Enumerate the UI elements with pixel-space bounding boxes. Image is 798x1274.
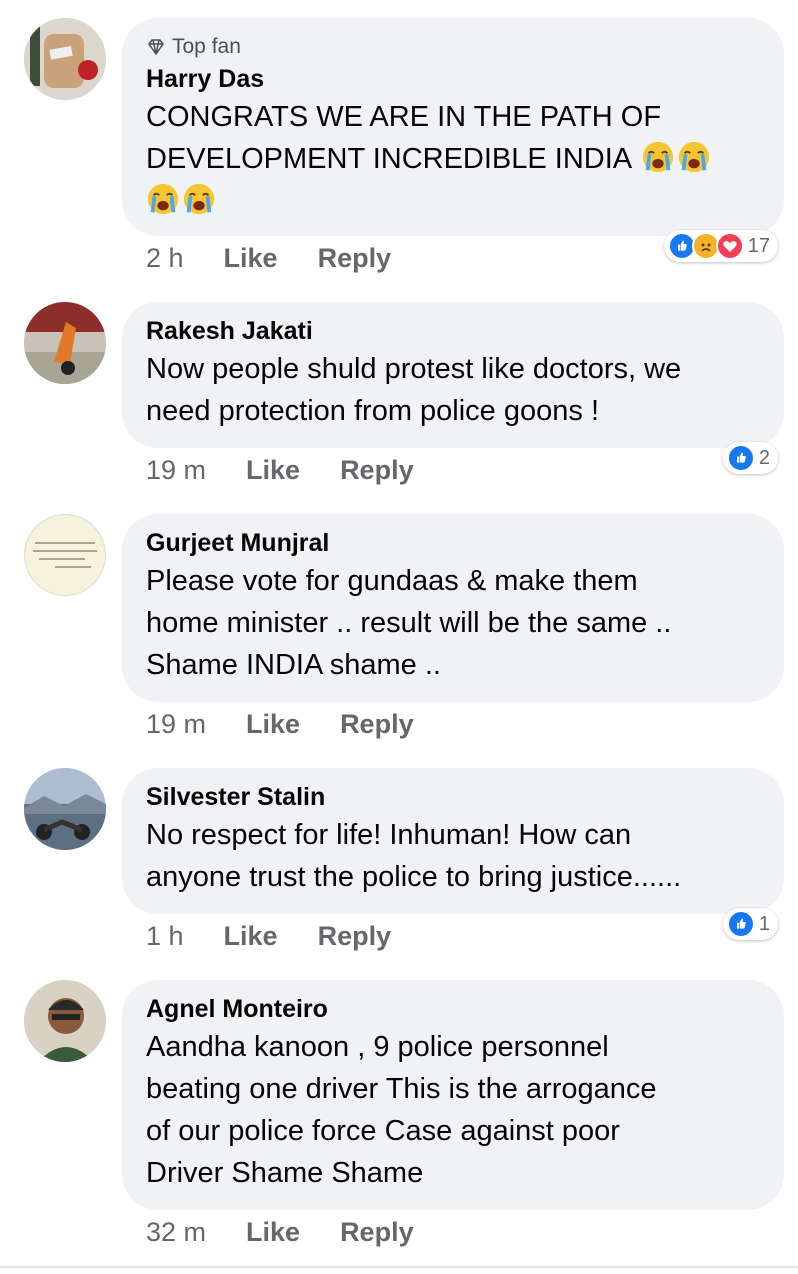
comment-line: No respect for life! Inhuman! How can	[146, 819, 632, 851]
comment-line: Shame INDIA shame ..	[146, 649, 441, 681]
comment-line: home minister .. result will be the same…	[146, 607, 672, 639]
like-button[interactable]: Like	[224, 243, 278, 274]
comment-actions: 2 h Like Reply	[146, 240, 431, 276]
comment-line	[146, 180, 760, 222]
comment-line: of our police force Case against poor	[146, 1115, 620, 1147]
like-button[interactable]: Like	[246, 455, 300, 486]
like-button[interactable]: Like	[224, 921, 278, 952]
comment-bubble: Silvester Stalin No respect for life! In…	[122, 768, 784, 914]
comment-line-text: DEVELOPMENT INCREDIBLE INDIA	[146, 143, 631, 175]
loudly-crying-emoji-icon	[146, 182, 180, 216]
reaction-count: 2	[758, 446, 770, 469]
comment-bubble: Top fan Harry Das CONGRATS WE ARE IN THE…	[122, 18, 784, 236]
comment-line: Driver Shame Shame	[146, 1157, 424, 1189]
like-button[interactable]: Like	[246, 1217, 300, 1248]
comment-time[interactable]: 1 h	[146, 921, 184, 952]
comment-author[interactable]: Rakesh Jakati	[146, 314, 760, 348]
loudly-crying-emoji-icon	[182, 182, 216, 216]
like-icon	[726, 910, 755, 938]
comment-actions: 32 m Like Reply	[146, 1214, 454, 1250]
diamond-icon	[148, 39, 164, 56]
comment-time[interactable]: 32 m	[146, 1217, 206, 1248]
comment-bubble: Rakesh Jakati Now people shuld protest l…	[122, 302, 784, 448]
comment-line: need protection from police goons !	[146, 395, 599, 427]
comment-text: Please vote for gundaas & make them home…	[146, 560, 760, 686]
comment-time[interactable]: 19 m	[146, 455, 206, 486]
comment-actions: 19 m Like Reply	[146, 452, 454, 488]
reply-button[interactable]: Reply	[340, 709, 414, 740]
reply-button[interactable]: Reply	[340, 1217, 414, 1248]
reaction-summary[interactable]: 17	[663, 230, 778, 262]
avatar[interactable]	[24, 980, 106, 1062]
comment-text: Aandha kanoon , 9 police personnel beati…	[146, 1026, 760, 1194]
divider	[0, 1266, 798, 1268]
comment-actions: 1 h Like Reply	[146, 918, 431, 954]
reaction-count: 17	[747, 234, 770, 257]
love-icon	[715, 232, 744, 260]
comment-line: Aandha kanoon , 9 police personnel	[146, 1031, 609, 1063]
comment-bubble: Gurjeet Munjral Please vote for gundaas …	[122, 514, 784, 702]
like-icon	[726, 444, 755, 472]
reaction-count: 1	[758, 912, 770, 935]
comment-text: Now people shuld protest like doctors, w…	[146, 348, 760, 432]
comment-author[interactable]: Agnel Monteiro	[146, 992, 760, 1026]
avatar[interactable]	[24, 18, 106, 100]
comment-time[interactable]: 19 m	[146, 709, 206, 740]
comment-line: anyone trust the police to bring justice…	[146, 861, 682, 893]
loudly-crying-emoji-icon	[641, 140, 675, 174]
like-button[interactable]: Like	[246, 709, 300, 740]
comment-author[interactable]: Silvester Stalin	[146, 780, 760, 814]
badge-label: Top fan	[172, 35, 241, 58]
comment-text: CONGRATS WE ARE IN THE PATH OF DEVELOPME…	[146, 96, 760, 222]
avatar[interactable]	[24, 768, 106, 850]
comment-text: No respect for life! Inhuman! How can an…	[146, 814, 760, 898]
reply-button[interactable]: Reply	[318, 921, 392, 952]
reaction-summary[interactable]: 1	[722, 908, 778, 940]
comment-author[interactable]: Gurjeet Munjral	[146, 526, 760, 560]
reply-button[interactable]: Reply	[340, 455, 414, 486]
avatar[interactable]	[24, 302, 106, 384]
reply-button[interactable]: Reply	[318, 243, 392, 274]
comment-line: DEVELOPMENT INCREDIBLE INDIA	[146, 138, 760, 180]
comment-actions: 19 m Like Reply	[146, 706, 454, 742]
comment-line: Now people shuld protest like doctors, w…	[146, 353, 682, 385]
comment-line: beating one driver This is the arrogance	[146, 1073, 657, 1105]
comment-author[interactable]: Harry Das	[146, 62, 760, 96]
comment-line: Please vote for gundaas & make them	[146, 565, 638, 597]
top-fan-badge: Top fan	[146, 34, 760, 60]
avatar[interactable]	[24, 514, 106, 596]
reaction-summary[interactable]: 2	[722, 442, 778, 474]
loudly-crying-emoji-icon	[677, 140, 711, 174]
comment-time[interactable]: 2 h	[146, 243, 184, 274]
comment-line: CONGRATS WE ARE IN THE PATH OF	[146, 101, 662, 133]
comment-bubble: Agnel Monteiro Aandha kanoon , 9 police …	[122, 980, 784, 1210]
